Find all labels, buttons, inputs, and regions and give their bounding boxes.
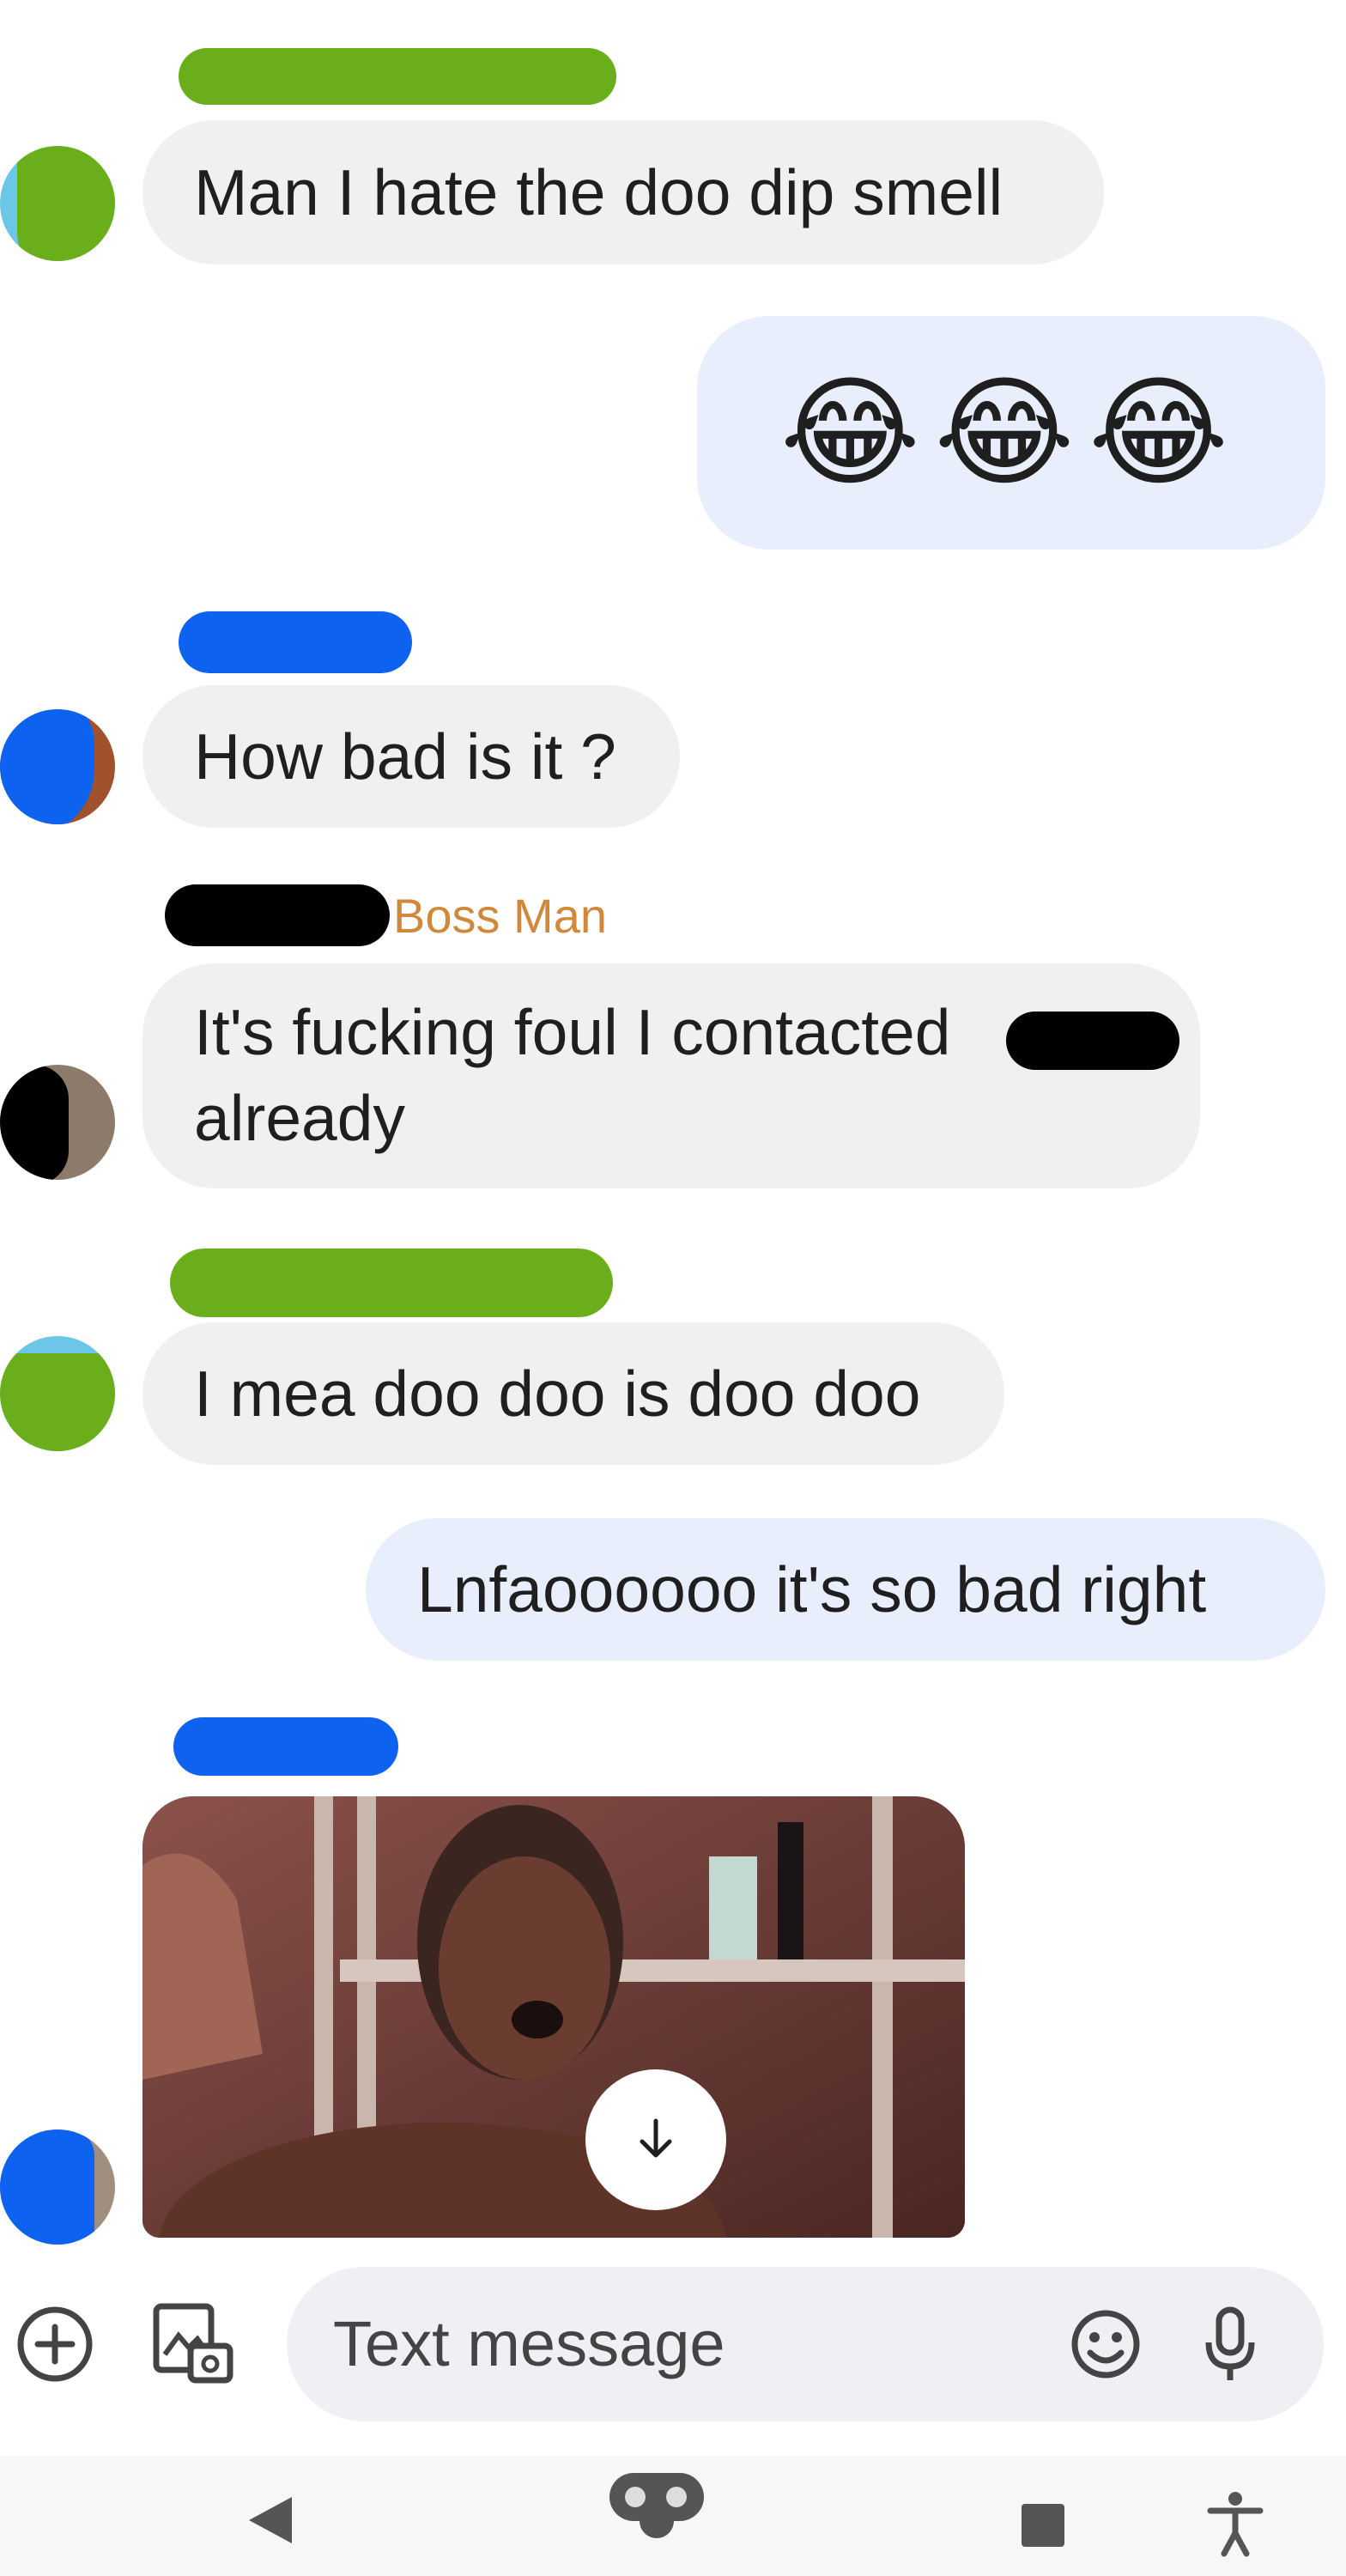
home-button[interactable] — [608, 2471, 706, 2538]
mic-icon — [1205, 2306, 1255, 2380]
download-arrow-icon — [640, 2118, 672, 2158]
redacted-sender-name — [170, 1249, 613, 1317]
message-text: It's fucking foul I contacted — [194, 996, 951, 1068]
back-button[interactable] — [240, 2490, 300, 2550]
avatar[interactable] — [0, 709, 115, 824]
avatar[interactable] — [0, 1065, 115, 1180]
mic-button[interactable] — [1191, 2301, 1269, 2387]
avatar[interactable] — [0, 146, 115, 261]
message-bubble-outgoing[interactable]: 😂😂😂 — [697, 316, 1325, 550]
accessibility-icon — [1207, 2492, 1264, 2557]
add-circle-icon — [17, 2306, 93, 2382]
message-text: I mea doo doo is doo doo — [194, 1358, 921, 1430]
message-bubble-incoming[interactable]: I mea doo doo is doo doo — [142, 1322, 1004, 1465]
message-text: How bad is it ? — [194, 720, 616, 793]
recents-square-icon — [1022, 2504, 1064, 2547]
message-bubble-incoming[interactable]: Man I hate the doo dip smell — [142, 120, 1104, 264]
message-text: already — [194, 1082, 405, 1154]
download-button[interactable] — [585, 2069, 726, 2210]
redacted-sender-name — [179, 611, 412, 673]
add-attachment-button[interactable] — [14, 2303, 96, 2385]
avatar[interactable] — [0, 2129, 115, 2245]
message-bubble-incoming[interactable]: How bad is it ? — [142, 685, 680, 828]
emoji-icon — [1071, 2310, 1140, 2379]
redacted-sender-name — [173, 1717, 398, 1776]
redacted-sender-name — [165, 884, 390, 946]
gallery-camera-icon — [153, 2303, 233, 2384]
gallery-button[interactable] — [146, 2298, 235, 2387]
avatar[interactable] — [0, 1336, 115, 1451]
accessibility-button[interactable] — [1205, 2490, 1265, 2557]
recents-button[interactable] — [1018, 2500, 1068, 2550]
message-input-container[interactable]: Text message — [287, 2267, 1324, 2421]
message-text: Man I hate the doo dip smell — [194, 156, 1003, 228]
message-input[interactable]: Text message — [333, 2267, 725, 2421]
message-text: Lnfaoooooo it's so bad right — [417, 1553, 1207, 1625]
redacted-name-inline — [1006, 1012, 1179, 1070]
gif-attachment[interactable] — [142, 1796, 965, 2238]
message-bubble-outgoing[interactable]: Lnfaoooooo it's so bad right — [366, 1518, 1325, 1661]
message-emoji: 😂😂😂 — [779, 365, 1243, 500]
back-triangle-icon — [249, 2497, 292, 2543]
message-bubble-incoming[interactable]: It's fucking foul I contacted already — [142, 963, 1200, 1188]
gif-image — [142, 1796, 965, 2238]
redacted-sender-name — [179, 48, 616, 105]
emoji-button[interactable] — [1063, 2301, 1149, 2387]
system-navbar — [0, 2456, 1346, 2576]
home-pill-icon — [609, 2473, 704, 2538]
sender-label: Boss Man — [393, 889, 607, 943]
